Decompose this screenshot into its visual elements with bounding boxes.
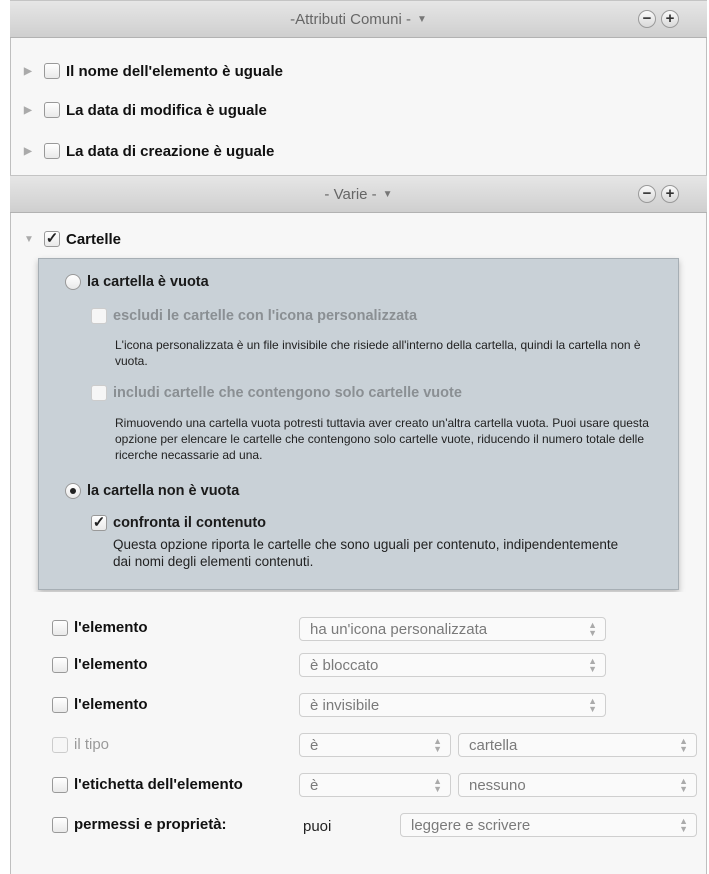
empty-folder-label: la cartella è vuota — [87, 274, 209, 290]
criterion-row[interactable]: l'elemento — [52, 619, 148, 636]
criterion-label: l'elemento — [74, 619, 148, 636]
criterion-popup[interactable]: è invisibile ▲ ▼ — [299, 693, 606, 717]
popup-value: leggere e scrivere — [411, 816, 531, 834]
folders-checkbox[interactable]: ✓ — [44, 231, 60, 247]
common-row-label: La data di modifica è uguale — [66, 101, 267, 119]
checkbox[interactable] — [52, 816, 68, 833]
section-header-common[interactable]: -Attributi Comuni - ▼ − + — [10, 0, 707, 38]
section-header-misc[interactable]: - Varie - ▼ − + — [10, 175, 707, 213]
criterion-operator-popup[interactable]: è ▲ ▼ — [299, 733, 451, 757]
empty-folder-radio[interactable] — [65, 274, 81, 290]
criterion-label: permessi e proprietà: — [74, 816, 227, 833]
include-note: Rimuovendo una cartella vuota potresti t… — [115, 416, 649, 462]
criterion-value-popup[interactable]: cartella ▲ ▼ — [458, 733, 697, 757]
compare-content-checkbox[interactable]: ✓ — [91, 515, 107, 531]
section-title-misc: - Varie - — [324, 185, 377, 203]
criterion-row[interactable]: l'elemento — [52, 696, 148, 713]
chevron-down-icon[interactable]: ▼ — [383, 189, 393, 200]
popup-value: è invisibile — [310, 696, 380, 714]
popup-value: cartella — [469, 736, 518, 754]
include-empty-option[interactable]: includi cartelle che contengono solo car… — [91, 385, 462, 401]
common-row-label: Il nome dell'elemento è uguale — [66, 62, 283, 80]
exclude-custom-icon-option[interactable]: escludi le cartelle con l'icona personal… — [91, 308, 417, 324]
compare-content-label: confronta il contenuto — [113, 515, 267, 531]
criterion-row[interactable]: l'elemento — [52, 656, 148, 673]
triangle-down-icon[interactable]: ▼ — [24, 234, 34, 245]
checkbox[interactable] — [44, 63, 60, 79]
popup-value: è — [310, 736, 319, 754]
popup-value: nessuno — [469, 776, 526, 794]
checkbox[interactable] — [52, 736, 68, 753]
popup-arrows-icon: ▲ ▼ — [588, 696, 597, 714]
exclude-custom-icon-checkbox[interactable] — [91, 308, 107, 324]
popup-value: è — [310, 776, 319, 794]
common-row-label: La data di creazione è uguale — [66, 142, 275, 160]
triangle-right-icon[interactable]: ▶ — [24, 146, 34, 157]
popup-arrows-icon: ▲ ▼ — [433, 736, 442, 754]
criterion-operator-popup[interactable]: è ▲ ▼ — [299, 773, 451, 797]
include-empty-label: includi cartelle che contengono solo car… — [113, 385, 462, 401]
popup-arrows-icon: ▲ ▼ — [433, 776, 442, 794]
remove-section-button[interactable]: − — [638, 10, 656, 28]
criterion-row-permissions[interactable]: permessi e proprietà: — [52, 816, 227, 833]
permissions-popup[interactable]: leggere e scrivere ▲ ▼ — [400, 813, 697, 837]
not-empty-folder-radio[interactable] — [65, 483, 81, 499]
popup-arrows-icon: ▲ ▼ — [679, 776, 688, 794]
exclude-custom-icon-label: escludi le cartelle con l'icona personal… — [113, 308, 418, 324]
add-section-button[interactable]: + — [661, 10, 679, 28]
checkbox[interactable] — [52, 619, 68, 636]
criterion-popup[interactable]: ha un'icona personalizzata ▲ ▼ — [299, 617, 606, 641]
criterion-label: l'elemento — [74, 696, 148, 713]
criterion-popup[interactable]: è bloccato ▲ ▼ — [299, 653, 606, 677]
folders-options-panel: la cartella è vuota escludi le cartelle … — [38, 258, 679, 590]
compare-content-option[interactable]: ✓ confronta il contenuto — [91, 515, 266, 531]
compare-note: Questa opzione riporta le cartelle che s… — [113, 537, 619, 569]
folders-row[interactable]: ▼ ✓ Cartelle — [10, 219, 707, 259]
criterion-row-label[interactable]: l'etichetta dell'elemento — [52, 776, 243, 793]
checkbox[interactable] — [52, 696, 68, 713]
include-empty-checkbox[interactable] — [91, 385, 107, 401]
exclude-note: L'icona personalizzata è un file invisib… — [115, 338, 641, 368]
not-empty-folder-option[interactable]: la cartella non è vuota — [65, 483, 239, 499]
triangle-right-icon[interactable]: ▶ — [24, 66, 34, 77]
criterion-label: l'elemento — [74, 656, 148, 673]
not-empty-folder-label: la cartella non è vuota — [87, 483, 240, 499]
popup-arrows-icon: ▲ ▼ — [588, 656, 597, 674]
common-row-name[interactable]: ▶ Il nome dell'elemento è uguale — [10, 51, 707, 91]
criterion-row-type[interactable]: il tipo — [52, 736, 109, 753]
criterion-value-popup[interactable]: nessuno ▲ ▼ — [458, 773, 697, 797]
section-title-common: -Attributi Comuni - — [290, 10, 411, 28]
checkbox[interactable] — [52, 656, 68, 673]
checkbox[interactable] — [52, 776, 68, 793]
checkbox[interactable] — [44, 102, 60, 118]
checkbox[interactable] — [44, 143, 60, 159]
folders-label: Cartelle — [66, 230, 122, 248]
popup-arrows-icon: ▲ ▼ — [679, 816, 688, 834]
chevron-down-icon[interactable]: ▼ — [417, 14, 427, 25]
triangle-right-icon[interactable]: ▶ — [24, 105, 34, 116]
criterion-label: l'etichetta dell'elemento — [74, 776, 243, 793]
add-section-button[interactable]: + — [661, 185, 679, 203]
remove-section-button[interactable]: − — [638, 185, 656, 203]
criterion-label: il tipo — [74, 736, 110, 753]
popup-value: è bloccato — [310, 656, 379, 674]
popup-value: ha un'icona personalizzata — [310, 620, 488, 638]
common-row-created[interactable]: ▶ La data di creazione è uguale — [10, 131, 707, 171]
popup-arrows-icon: ▲ ▼ — [588, 620, 597, 638]
common-row-modified[interactable]: ▶ La data di modifica è uguale — [10, 90, 707, 130]
popup-arrows-icon: ▲ ▼ — [679, 736, 688, 754]
permissions-text: puoi — [303, 818, 332, 835]
empty-folder-option[interactable]: la cartella è vuota — [65, 274, 209, 290]
